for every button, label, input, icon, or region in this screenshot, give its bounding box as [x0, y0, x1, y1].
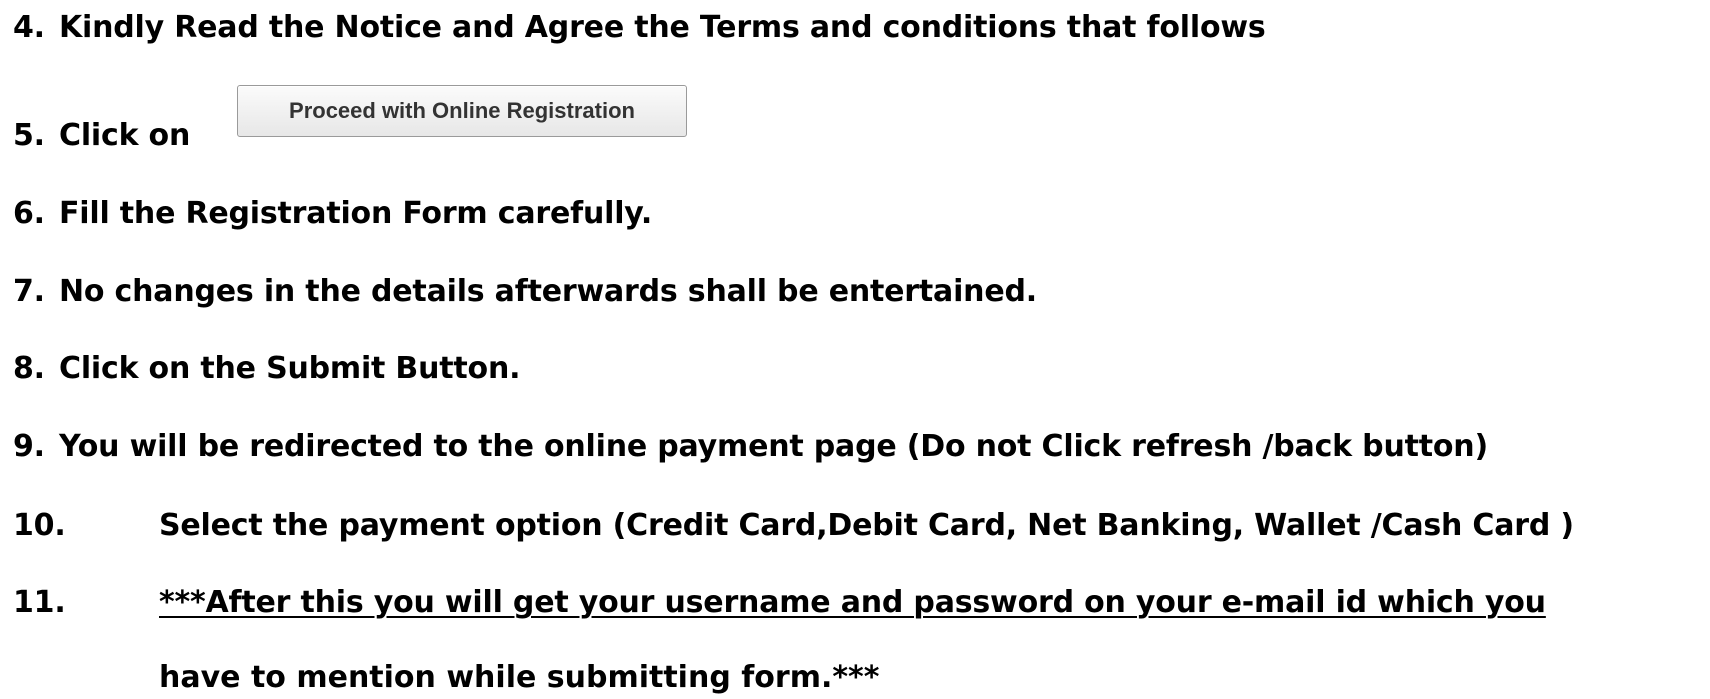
- step-11: 11. ***After this you will get your usern…: [13, 583, 1546, 623]
- step-6: 6. Fill the Registration Form carefully.: [13, 194, 652, 234]
- step-9: 9. You will be redirected to the online p…: [13, 427, 1488, 467]
- step-text: Fill the Registration Form carefully.: [59, 196, 653, 231]
- step-text: Kindly Read the Notice and Agree the Ter…: [59, 10, 1266, 45]
- step-number: 9.: [13, 429, 45, 464]
- step-11-continuation: have to mention while submitting form.**…: [159, 660, 880, 695]
- step-number: 10.: [13, 508, 66, 543]
- step-number: 6.: [13, 196, 45, 231]
- step-number: 11.: [13, 585, 66, 620]
- step-number: 7.: [13, 274, 45, 309]
- step-7: 7. No changes in the details afterwards s…: [13, 272, 1037, 312]
- step-text: No changes in the details afterwards sha…: [59, 274, 1037, 309]
- step-text: Click on: [59, 118, 191, 153]
- step-text: You will be redirected to the online pay…: [59, 429, 1488, 464]
- step-text: Select the payment option (Credit Card,D…: [159, 508, 1574, 543]
- instructions-page: 4. Kindly Read the Notice and Agree the T…: [0, 0, 1710, 699]
- step-8: 8. Click on the Submit Button.: [13, 349, 521, 389]
- step-number: 4.: [13, 10, 45, 45]
- step-number: 5.: [13, 118, 45, 153]
- step-10: 10. Select the payment option (Credit Car…: [13, 506, 1574, 546]
- proceed-online-registration-button[interactable]: Proceed with Online Registration: [237, 85, 687, 137]
- step-text: Click on the Submit Button.: [59, 351, 521, 386]
- step-4: 4. Kindly Read the Notice and Agree the T…: [13, 8, 1266, 48]
- step-number: 8.: [13, 351, 45, 386]
- step-5: 5. Click on: [13, 116, 190, 156]
- step-text-underlined: ***After this you will get your username…: [159, 585, 1546, 620]
